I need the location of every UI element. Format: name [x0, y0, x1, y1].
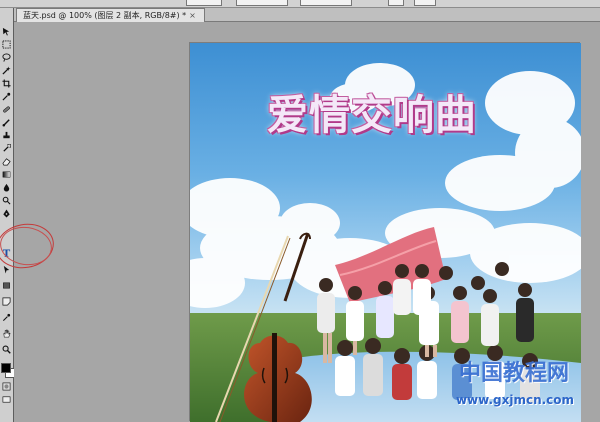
options-field-3[interactable] [300, 0, 352, 6]
gradient-tool-icon[interactable] [1, 169, 12, 180]
poster-title: 爱情交响曲 [267, 91, 477, 139]
blur-tool-icon[interactable] [1, 182, 12, 193]
tools-panel: T [0, 8, 15, 422]
lasso-tool-icon[interactable] [1, 52, 12, 63]
document-canvas[interactable]: 爱情交响曲 中国教程网 www.gxjmcn.com [190, 43, 581, 422]
shape-tool-icon[interactable] [1, 280, 12, 291]
options-field-4[interactable] [388, 0, 404, 6]
healing-brush-tool-icon[interactable] [1, 104, 12, 115]
screen-mode-icon[interactable] [1, 394, 12, 405]
eyedropper-sample-icon[interactable] [1, 312, 12, 323]
watermark-logo: 中国教程网 [458, 361, 569, 386]
history-brush-tool-icon[interactable] [1, 143, 12, 154]
options-bar [0, 0, 600, 8]
zoom-tool-icon[interactable] [1, 344, 12, 355]
clone-stamp-tool-icon[interactable] [1, 130, 12, 141]
brush-tool-icon[interactable] [1, 117, 12, 128]
dodge-tool-icon[interactable] [1, 195, 12, 206]
options-field-5[interactable] [414, 0, 436, 6]
notes-tool-icon[interactable] [1, 296, 12, 307]
document-tab-title: 蓝天.psd @ 100% (图层 2 副本, RGB/8#) * [23, 11, 187, 20]
crop-tool-icon[interactable] [1, 78, 12, 89]
move-tool-icon[interactable] [1, 26, 12, 37]
magic-wand-tool-icon[interactable] [1, 65, 12, 76]
marquee-tool-icon[interactable] [1, 39, 12, 50]
document-tab-bar: 蓝天.psd @ 100% (图层 2 副本, RGB/8#) * × [14, 8, 600, 22]
watermark-url: www.gxjmcn.com [455, 393, 575, 407]
options-field-2[interactable] [236, 0, 288, 6]
quick-mask-icon[interactable] [1, 381, 12, 392]
pen-tool-icon[interactable] [1, 208, 12, 219]
document-tab[interactable]: 蓝天.psd @ 100% (图层 2 副本, RGB/8#) * × [16, 8, 205, 22]
eraser-tool-icon[interactable] [1, 156, 12, 167]
close-icon[interactable]: × [189, 11, 196, 20]
options-field-1[interactable] [186, 0, 222, 6]
hand-tool-icon[interactable] [1, 328, 12, 339]
eyedropper-tool-icon[interactable] [1, 91, 12, 102]
foreground-color-swatch[interactable] [1, 363, 11, 373]
